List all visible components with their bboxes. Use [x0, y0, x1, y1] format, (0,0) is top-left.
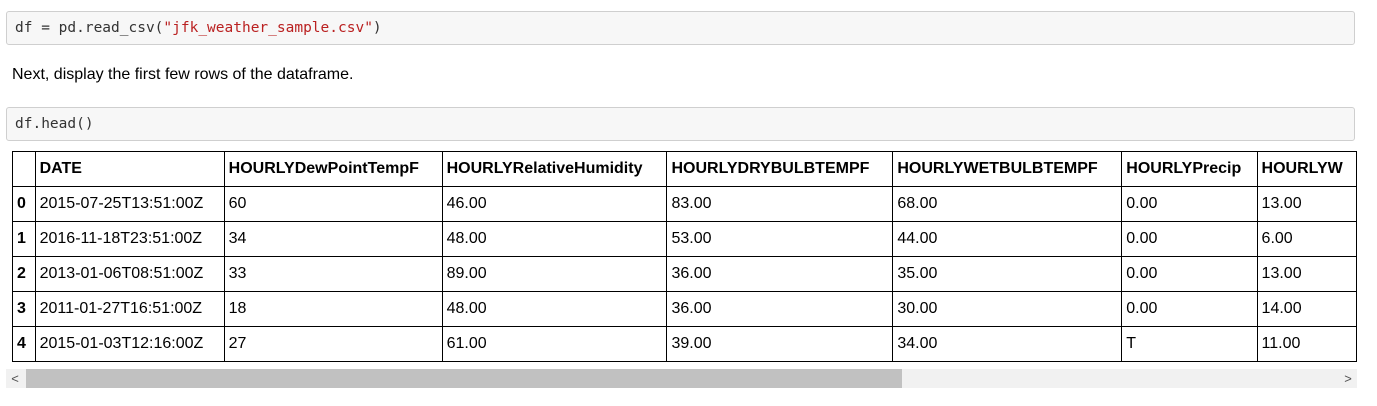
column-header: HOURLYDewPointTempF — [223, 151, 443, 187]
code-text: df = pd.read_csv( — [15, 20, 164, 36]
table-cell: 18 — [223, 291, 443, 327]
table-cell: 48.00 — [441, 291, 668, 327]
table-cell: 30.00 — [892, 291, 1123, 327]
row-index: 1 — [12, 221, 36, 257]
table-cell: 0.00 — [1121, 186, 1258, 222]
row-index: 0 — [12, 186, 36, 222]
dataframe-table: DATE HOURLYDewPointTempF HOURLYRelativeHum… — [12, 151, 1357, 362]
table-cell: 0.00 — [1121, 291, 1258, 327]
horizontal-scrollbar[interactable]: < > — [6, 369, 1357, 388]
table-cell: 36.00 — [666, 256, 894, 292]
table-cell: 13.00 — [1256, 256, 1357, 292]
table-cell: 60 — [223, 186, 443, 222]
scrollbar-thumb[interactable] — [26, 369, 902, 388]
code-cell-head[interactable]: df.head() — [6, 107, 1355, 141]
column-header: HOURLYPrecip — [1121, 151, 1258, 187]
table-cell: 61.00 — [441, 326, 668, 362]
table-cell: T — [1121, 326, 1258, 362]
code-line: df = pd.read_csv("jfk_weather_sample.csv… — [15, 20, 382, 36]
code-text-end: ) — [372, 20, 382, 36]
column-header: DATE — [34, 151, 225, 187]
table-cell: 53.00 — [666, 221, 894, 257]
table-cell: 44.00 — [892, 221, 1123, 257]
column-header: HOURLYWETBULBTEMPF — [892, 151, 1123, 187]
table-cell: 6.00 — [1256, 221, 1357, 257]
table-cell: 68.00 — [892, 186, 1123, 222]
column-header: HOURLYDRYBULBTEMPF — [666, 151, 894, 187]
table-cell: 33 — [223, 256, 443, 292]
table-cell: 0.00 — [1121, 221, 1258, 257]
table-cell: 14.00 — [1256, 291, 1357, 327]
index-header — [12, 151, 36, 187]
table-cell: 13.00 — [1256, 186, 1357, 222]
table-row: 4 2015-01-03T12:16:00Z 27 61.00 39.00 34.00 T 1… — [12, 326, 1357, 362]
markdown-text: Next, display the first few rows of the … — [12, 66, 354, 83]
column-header: HOURLYW — [1256, 151, 1357, 187]
table-cell: 2015-01-03T12:16:00Z — [34, 326, 225, 362]
table-cell: 11.00 — [1256, 326, 1357, 362]
column-header: HOURLYRelativeHumidity — [441, 151, 668, 187]
table-row: 0 2015-07-25T13:51:00Z 60 46.00 83.00 68.00 0.… — [12, 186, 1357, 222]
table-cell: 2015-07-25T13:51:00Z — [34, 186, 225, 222]
table-cell: 27 — [223, 326, 443, 362]
table-cell: 2011-01-27T16:51:00Z — [34, 291, 225, 327]
scroll-left-arrow-icon[interactable]: < — [6, 369, 24, 388]
table-row: 1 2016-11-18T23:51:00Z 34 48.00 53.00 44.00 0.… — [12, 221, 1357, 257]
table-cell: 2016-11-18T23:51:00Z — [34, 221, 225, 257]
table-header-row: DATE HOURLYDewPointTempF HOURLYRelativeHum… — [12, 151, 1357, 187]
row-index: 2 — [12, 256, 36, 292]
table-cell: 34 — [223, 221, 443, 257]
row-index: 3 — [12, 291, 36, 327]
table-cell: 36.00 — [666, 291, 894, 327]
table-cell: 48.00 — [441, 221, 668, 257]
table-cell: 83.00 — [666, 186, 894, 222]
code-cell-read-csv[interactable]: df = pd.read_csv("jfk_weather_sample.csv… — [6, 11, 1355, 45]
row-index: 4 — [12, 326, 36, 362]
table-row: 3 2011-01-27T16:51:00Z 18 48.00 36.00 30.00 0.… — [12, 291, 1357, 327]
code-line: df.head() — [15, 116, 94, 132]
table-cell: 35.00 — [892, 256, 1123, 292]
table-cell: 0.00 — [1121, 256, 1258, 292]
table-row: 2 2013-01-06T08:51:00Z 33 89.00 36.00 35.00 0.… — [12, 256, 1357, 292]
code-string: "jfk_weather_sample.csv" — [163, 20, 373, 36]
table-cell: 89.00 — [441, 256, 668, 292]
scroll-right-arrow-icon[interactable]: > — [1339, 369, 1357, 388]
dataframe-output: DATE HOURLYDewPointTempF HOURLYRelativeHum… — [12, 151, 1357, 368]
table-cell: 34.00 — [892, 326, 1123, 362]
table-cell: 2013-01-06T08:51:00Z — [34, 256, 225, 292]
table-cell: 39.00 — [666, 326, 894, 362]
table-cell: 46.00 — [441, 186, 668, 222]
